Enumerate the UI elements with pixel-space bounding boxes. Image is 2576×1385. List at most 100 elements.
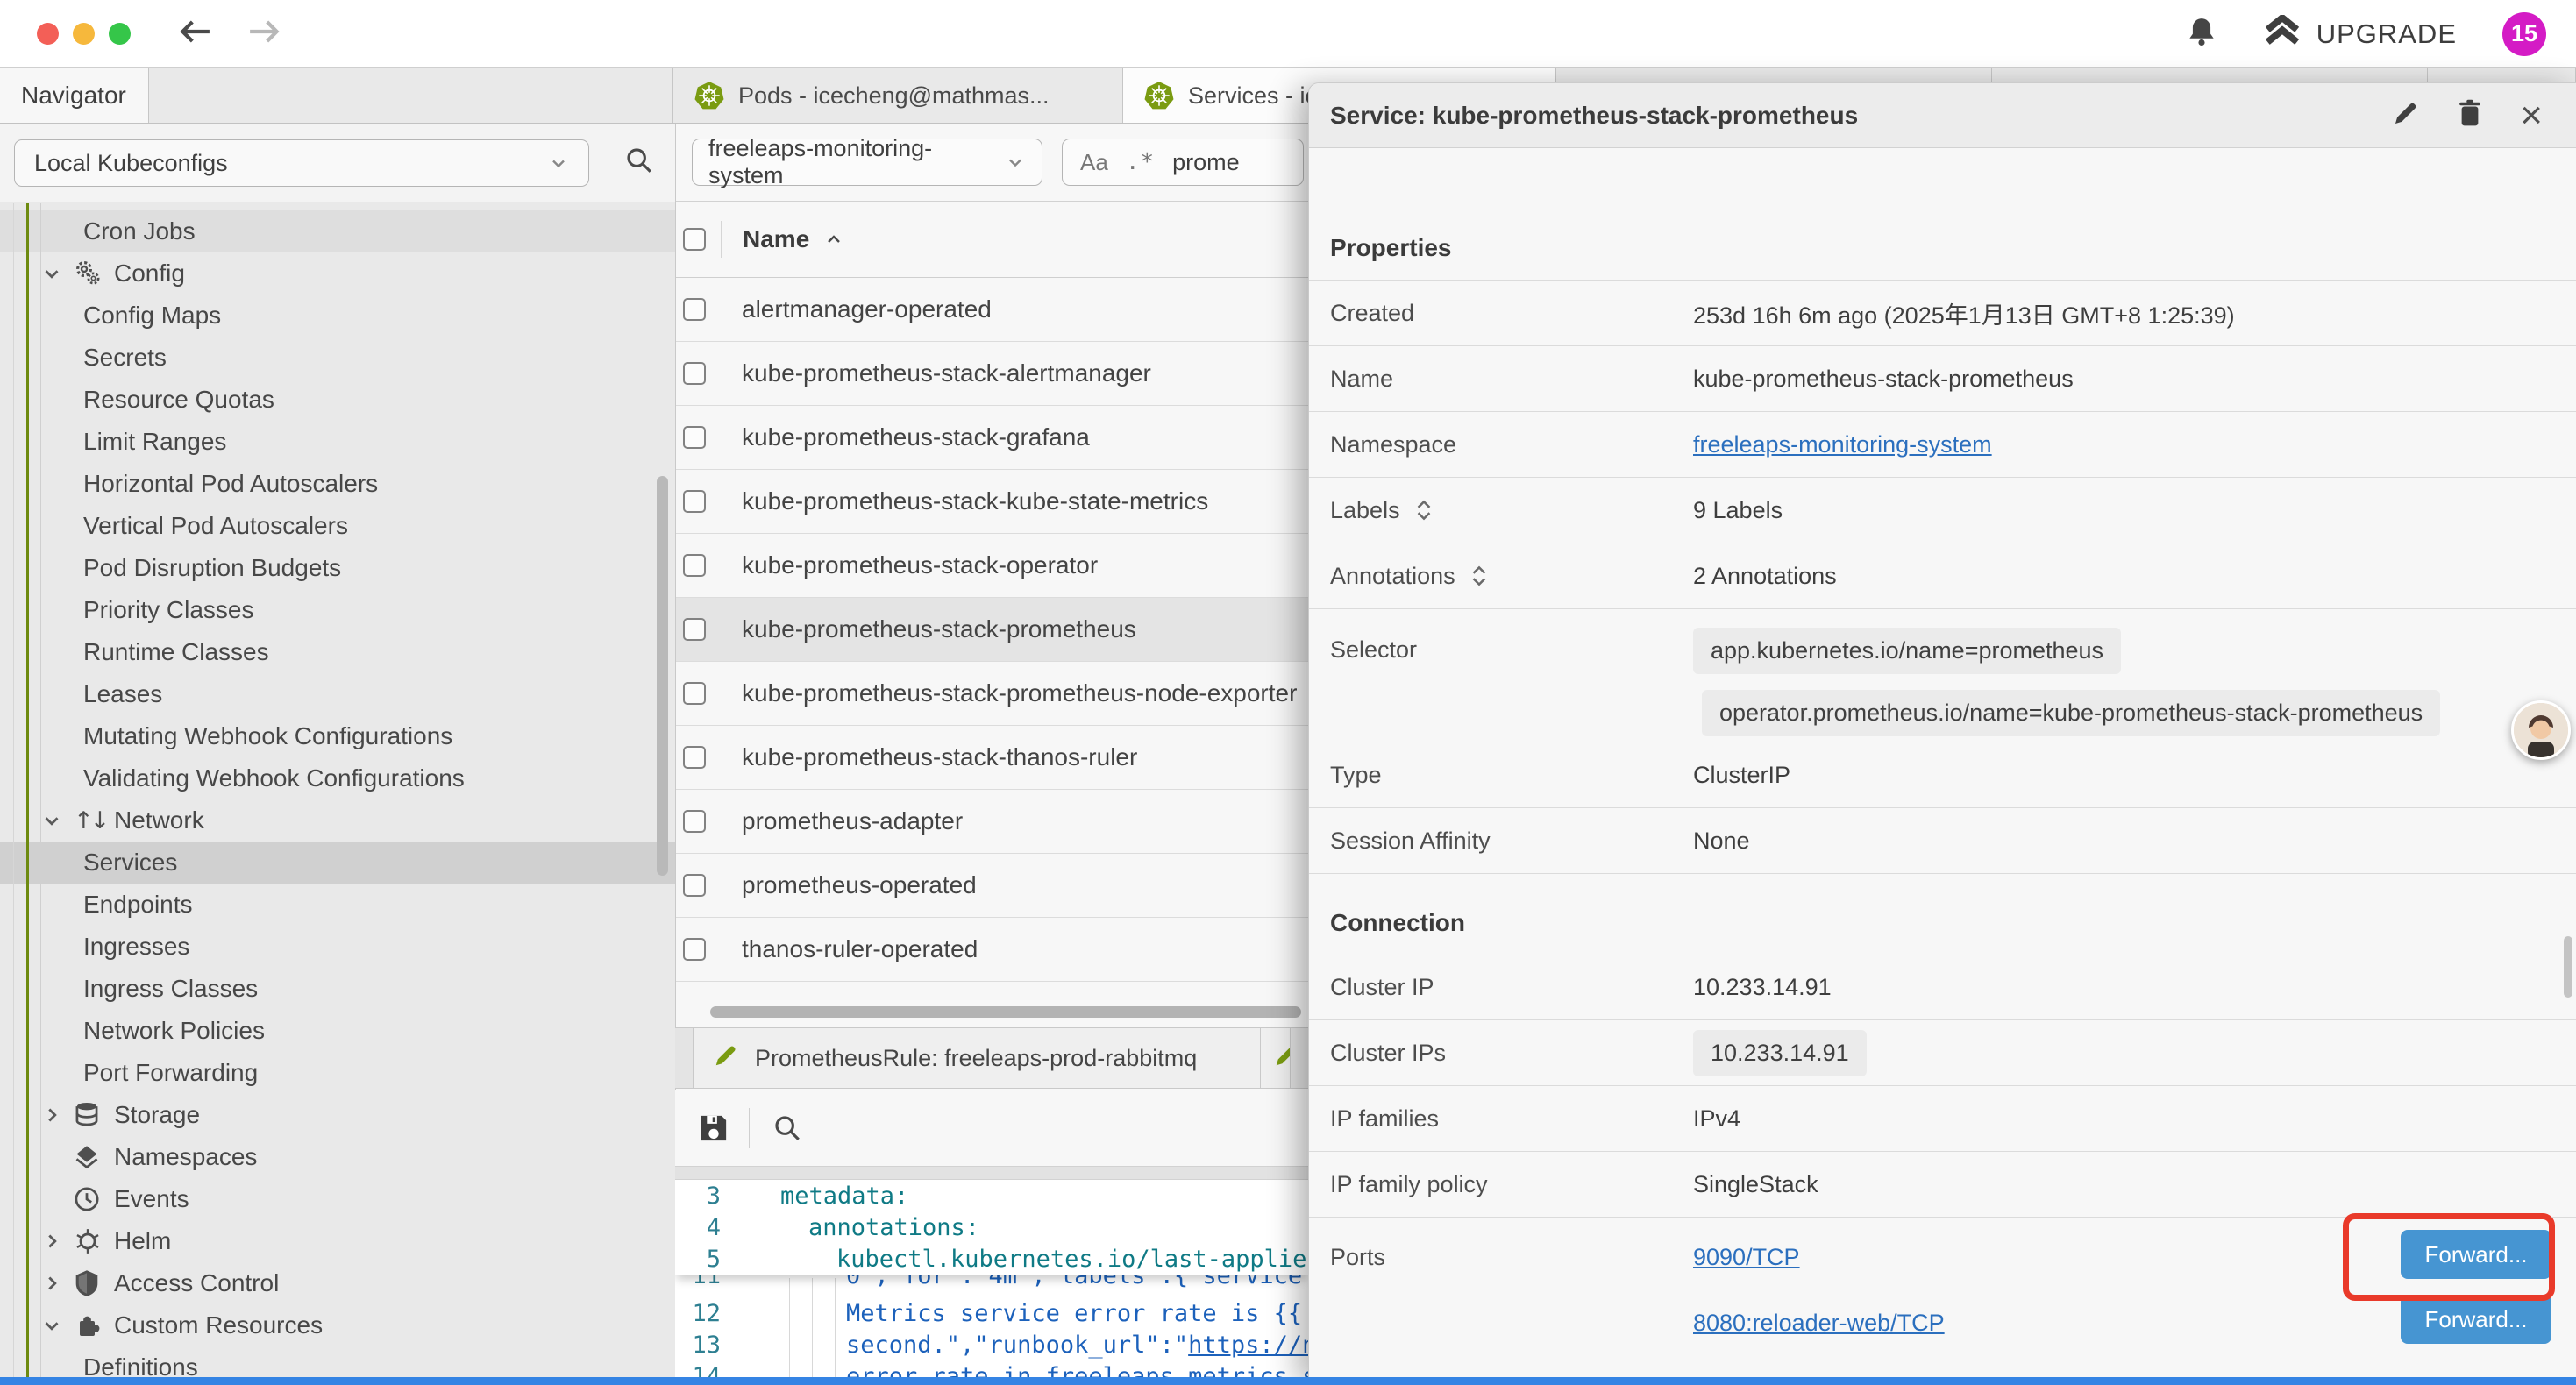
table-row-prometheus-operated[interactable]: prometheus-operated (676, 854, 1308, 918)
sidebar-item-horizontal-pod-autoscalers[interactable]: Horizontal Pod Autoscalers (0, 463, 675, 505)
table-row-kube-prometheus-stack-grafana[interactable]: kube-prometheus-stack-grafana (676, 406, 1308, 470)
table-row-kube-prometheus-stack-thanos-ruler[interactable]: kube-prometheus-stack-thanos-ruler (676, 726, 1308, 790)
sidebar-item-ingresses[interactable]: Ingresses (0, 926, 675, 968)
row-checkbox[interactable] (683, 746, 706, 769)
sidebar-item-label: Namespaces (114, 1143, 257, 1171)
sidebar-item-pod-disruption-budgets[interactable]: Pod Disruption Budgets (0, 547, 675, 589)
row-checkbox[interactable] (683, 682, 706, 705)
row-checkbox[interactable] (683, 938, 706, 961)
sidebar-item-access-control[interactable]: Access Control (0, 1262, 675, 1304)
sidebar-item-validating-webhook-configurations[interactable]: Validating Webhook Configurations (0, 757, 675, 799)
sidebar-item-vertical-pod-autoscalers[interactable]: Vertical Pod Autoscalers (0, 505, 675, 547)
sidebar-item-label: Pod Disruption Budgets (83, 554, 341, 582)
chevron-right-icon[interactable] (40, 1104, 74, 1126)
sidebar-item-namespaces[interactable]: Namespaces (0, 1136, 675, 1178)
sidebar-item-config[interactable]: Config (0, 252, 675, 295)
sidebar-item-leases[interactable]: Leases (0, 673, 675, 715)
close-icon[interactable]: × (2520, 96, 2543, 135)
list-horizontal-scrollbar-thumb[interactable] (710, 1006, 1301, 1018)
minimize-window-button[interactable] (73, 23, 95, 45)
match-case-icon[interactable]: Aa (1080, 149, 1108, 176)
table-row-kube-prometheus-stack-operator[interactable]: kube-prometheus-stack-operator (676, 534, 1308, 598)
forward-button[interactable] (245, 16, 283, 52)
sidebar-item-priority-classes[interactable]: Priority Classes (0, 589, 675, 631)
sort-ascending-icon[interactable] (823, 229, 844, 250)
editor-tab-prometheusrule[interactable]: PrometheusRule: freeleaps-prod-rabbitmq (693, 1028, 1261, 1088)
search-input[interactable]: Aa .* prome (1062, 138, 1304, 186)
row-checkbox[interactable] (683, 874, 706, 897)
sidebar-item-limit-ranges[interactable]: Limit Ranges (0, 421, 675, 463)
sidebar-item-mutating-webhook-configurations[interactable]: Mutating Webhook Configurations (0, 715, 675, 757)
table-row-thanos-ruler-operated[interactable]: thanos-ruler-operated (676, 918, 1308, 982)
row-checkbox[interactable] (683, 554, 706, 577)
trash-icon[interactable] (2457, 98, 2483, 132)
editor-content[interactable]: 110","for":"4m","labels":{"service":"12M… (675, 1275, 1308, 1377)
row-checkbox[interactable] (683, 810, 706, 833)
regex-icon[interactable]: .* (1126, 149, 1155, 175)
notifications-bell-icon[interactable] (2185, 15, 2218, 53)
edit-icon[interactable] (2392, 99, 2420, 131)
property-value: 10.233.14.91 (1693, 974, 1832, 1001)
chevron-down-icon[interactable] (40, 1314, 74, 1337)
sidebar-item-endpoints[interactable]: Endpoints (0, 884, 675, 926)
table-row-kube-prometheus-stack-prometheus-node-exporter[interactable]: kube-prometheus-stack-prometheus-node-ex… (676, 662, 1308, 726)
editor-tab-partial[interactable] (1261, 1028, 1291, 1088)
close-window-button[interactable] (37, 23, 59, 45)
namespace-filter-select[interactable]: freeleaps-monitoring-system (692, 138, 1042, 186)
sidebar-item-config-maps[interactable]: Config Maps (0, 295, 675, 337)
port-link-8080-reloader-web-tcp[interactable]: 8080:reloader-web/TCP (1693, 1310, 1945, 1337)
namespace-link[interactable]: freeleaps-monitoring-system (1693, 431, 1992, 458)
table-row-kube-prometheus-stack-prometheus[interactable]: kube-prometheus-stack-prometheus (676, 598, 1308, 662)
port-link-9090-tcp[interactable]: 9090/TCP (1693, 1244, 1945, 1271)
row-checkbox[interactable] (683, 426, 706, 449)
expand-collapse-icon[interactable] (1414, 496, 1434, 524)
sidebar-item-ingress-classes[interactable]: Ingress Classes (0, 968, 675, 1010)
sidebar-item-cron-jobs[interactable]: Cron Jobs (0, 210, 675, 252)
table-row-kube-prometheus-stack-alertmanager[interactable]: kube-prometheus-stack-alertmanager (676, 342, 1308, 406)
navigator-panel-tab[interactable]: Navigator (0, 68, 149, 123)
upgrade-button[interactable]: UPGRADE (2264, 15, 2457, 53)
property-label: Labels (1330, 496, 1693, 524)
back-button[interactable] (176, 16, 215, 52)
save-button[interactable] (698, 1112, 729, 1144)
tab-pods-icecheng-mathmas[interactable]: Pods - icecheng@mathmas... (673, 68, 1123, 123)
row-checkbox[interactable] (683, 298, 706, 321)
expand-collapse-icon[interactable] (1469, 562, 1489, 590)
select-all-checkbox[interactable] (683, 228, 706, 251)
forward-button-2[interactable]: Forward... (2401, 1295, 2551, 1344)
table-row-kube-prometheus-stack-kube-state-metrics[interactable]: kube-prometheus-stack-kube-state-metrics (676, 470, 1308, 534)
sidebar-item-services[interactable]: Services (0, 842, 675, 884)
detail-scrollbar-thumb[interactable] (2564, 936, 2572, 998)
sidebar-item-port-forwarding[interactable]: Port Forwarding (0, 1052, 675, 1094)
sidebar-search-button[interactable] (624, 146, 654, 175)
row-checkbox[interactable] (683, 490, 706, 513)
sidebar-item-network[interactable]: ↑↓Network (0, 799, 675, 842)
property-row-cluster-ip: Cluster IP10.233.14.91 (1309, 955, 2576, 1020)
sidebar-item-definitions[interactable]: Definitions (0, 1346, 675, 1377)
chevron-right-icon[interactable] (40, 1230, 74, 1253)
editor-search-button[interactable] (772, 1113, 802, 1143)
sidebar-item-secrets[interactable]: Secrets (0, 337, 675, 379)
yaml-editor[interactable]: 3metadata:4annotations:5kubectl.kubernet… (675, 1180, 1308, 1377)
sidebar-item-network-policies[interactable]: Network Policies (0, 1010, 675, 1052)
maximize-window-button[interactable] (109, 23, 131, 45)
sidebar-scrollbar-thumb[interactable] (657, 476, 668, 876)
sidebar-item-events[interactable]: Events (0, 1178, 675, 1220)
sidebar-item-runtime-classes[interactable]: Runtime Classes (0, 631, 675, 673)
row-checkbox[interactable] (683, 362, 706, 385)
table-row-prometheus-adapter[interactable]: prometheus-adapter (676, 790, 1308, 854)
sidebar-item-helm[interactable]: Helm (0, 1220, 675, 1262)
avatar[interactable] (2511, 700, 2571, 760)
sidebar-item-custom-resources[interactable]: Custom Resources (0, 1304, 675, 1346)
row-checkbox[interactable] (683, 618, 706, 641)
chevron-down-icon[interactable] (40, 262, 74, 285)
kubeconfig-selector[interactable]: Local Kubeconfigs (14, 139, 589, 187)
sidebar-item-storage[interactable]: Storage (0, 1094, 675, 1136)
chevron-right-icon[interactable] (40, 1272, 74, 1295)
sidebar-item-resource-quotas[interactable]: Resource Quotas (0, 379, 675, 421)
chevron-down-icon[interactable] (40, 809, 74, 832)
table-row-alertmanager-operated[interactable]: alertmanager-operated (676, 278, 1308, 342)
editor-link[interactable]: https://net (1188, 1332, 1308, 1359)
column-header-name[interactable]: Name (743, 225, 809, 253)
notification-count-badge[interactable]: 15 (2502, 12, 2546, 56)
